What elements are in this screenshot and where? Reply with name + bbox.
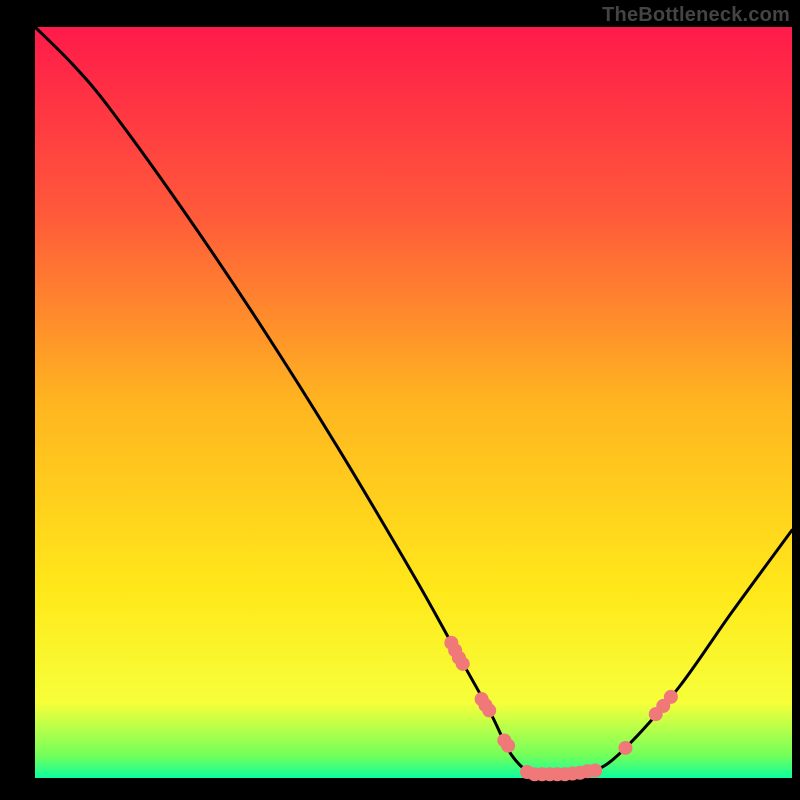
curve-marker: [456, 657, 470, 671]
bottleneck-chart: [0, 0, 800, 800]
curve-marker: [588, 763, 602, 777]
curve-marker: [664, 690, 678, 704]
curve-marker: [501, 739, 515, 753]
curve-marker: [482, 703, 496, 717]
plot-background: [35, 27, 792, 778]
watermark-text: TheBottleneck.com: [602, 4, 790, 27]
curve-marker: [618, 741, 632, 755]
chart-frame: TheBottleneck.com: [0, 0, 800, 800]
